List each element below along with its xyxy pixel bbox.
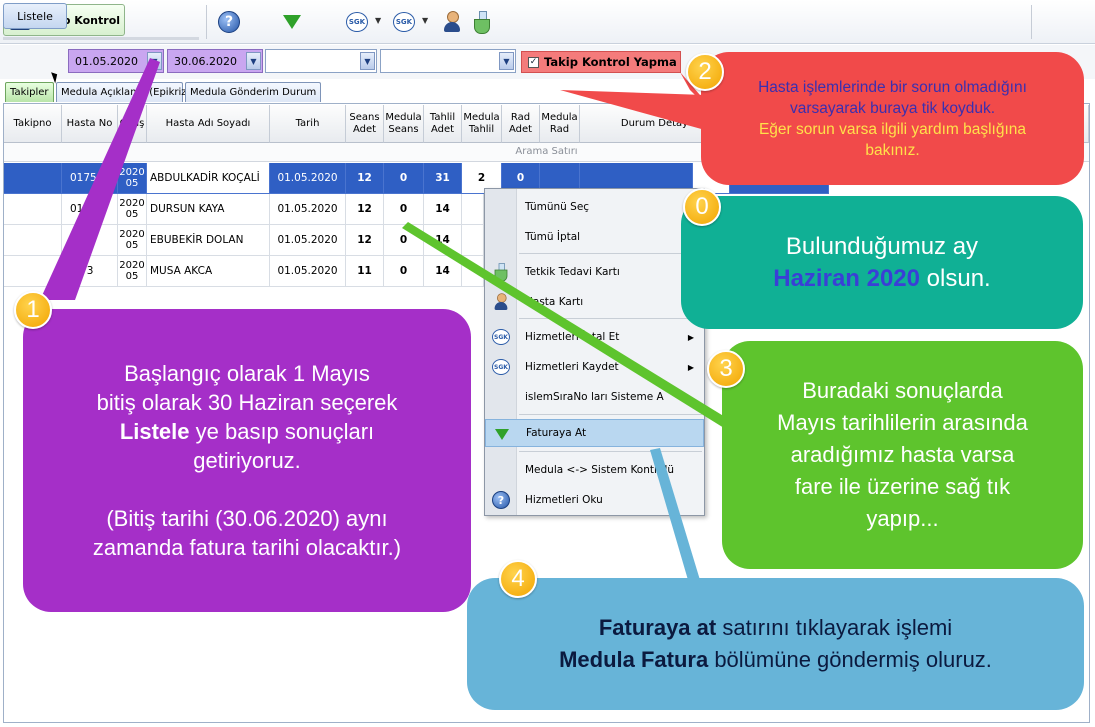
step-badge-2: 2 bbox=[686, 53, 724, 91]
callout-3-line-4: fare ile üzerine sağ tık bbox=[794, 474, 1011, 499]
callout-1-line-1: Başlangıç olarak 1 Mayıs bbox=[124, 361, 370, 386]
step-badge-3: 3 bbox=[707, 350, 745, 388]
callout-4-line-1: Faturaya at satırını tıklayarak işlemi bbox=[599, 612, 952, 644]
step-badge-4: 4 bbox=[499, 560, 537, 598]
callout-2-line-1: Hasta işlemlerinde bir sorun olmadığını bbox=[758, 78, 1027, 96]
step-badge-1: 1 bbox=[14, 291, 52, 329]
callout-0-rest: olsun. bbox=[920, 264, 991, 292]
callout-4: Faturaya at satırını tıklayarak işlemi M… bbox=[467, 578, 1084, 710]
callout-1-line-4: getiriyoruz. bbox=[193, 448, 301, 473]
callout-0: Bulunduğumuz ay Haziran 2020 olsun. bbox=[681, 196, 1083, 329]
callout-1-line-5: (Bitiş tarihi (30.06.2020) aynı bbox=[106, 506, 388, 531]
callout-3-line-3: aradığımız hasta varsa bbox=[790, 442, 1015, 467]
callout-3-line-2: Mayıs tarihlilerin arasında bbox=[777, 410, 1028, 435]
callout-2-line-4: bakınız. bbox=[865, 141, 920, 159]
callout-4-rest-1: satırını tıklayarak işlemi bbox=[716, 615, 953, 640]
step-badge-0: 0 bbox=[683, 188, 721, 226]
callout-3: Buradaki sonuçlarda Mayıs tarihlilerin a… bbox=[722, 341, 1083, 569]
callout-2: Hasta işlemlerinde bir sorun olmadığını … bbox=[701, 52, 1084, 185]
callout-3-line-1: Buradaki sonuçlarda bbox=[802, 378, 1003, 403]
callout-1-line-2: bitiş olarak 30 Haziran seçerek bbox=[96, 390, 398, 415]
callout-2-line-3: Eğer sorun varsa ilgili yardım başlığına bbox=[758, 120, 1027, 138]
callout-1-line-3: Listele ye basıp sonuçları bbox=[120, 417, 374, 446]
pointer-1 bbox=[40, 58, 160, 300]
callout-1-line-6: zamanda fatura tarihi olacaktır.) bbox=[92, 535, 402, 560]
callout-1: Başlangıç olarak 1 Mayıs bitiş olarak 30… bbox=[23, 309, 471, 612]
pointer-4 bbox=[650, 448, 700, 580]
callout-0-line-2: Haziran 2020 olsun. bbox=[773, 263, 990, 295]
callout-1-line-3-rest: ye basıp sonuçları bbox=[189, 419, 375, 444]
callout-4-rest-2: bölümüne göndermiş oluruz. bbox=[708, 647, 992, 672]
callout-1-bold: Listele bbox=[119, 419, 190, 444]
callout-4-bold-1: Faturaya at bbox=[598, 615, 717, 640]
callout-4-line-2: Medula Fatura bölümüne göndermiş oluruz. bbox=[559, 644, 992, 676]
pointer-2b bbox=[560, 90, 705, 130]
callout-0-line-1: Bulunduğumuz ay bbox=[785, 232, 979, 260]
callout-0-highlight: Haziran 2020 bbox=[773, 264, 921, 292]
callout-4-bold-2: Medula Fatura bbox=[559, 647, 709, 672]
callout-3-line-5: yapıp... bbox=[866, 506, 939, 531]
callout-2-line-2: varsayarak buraya tik koyduk. bbox=[789, 99, 996, 117]
